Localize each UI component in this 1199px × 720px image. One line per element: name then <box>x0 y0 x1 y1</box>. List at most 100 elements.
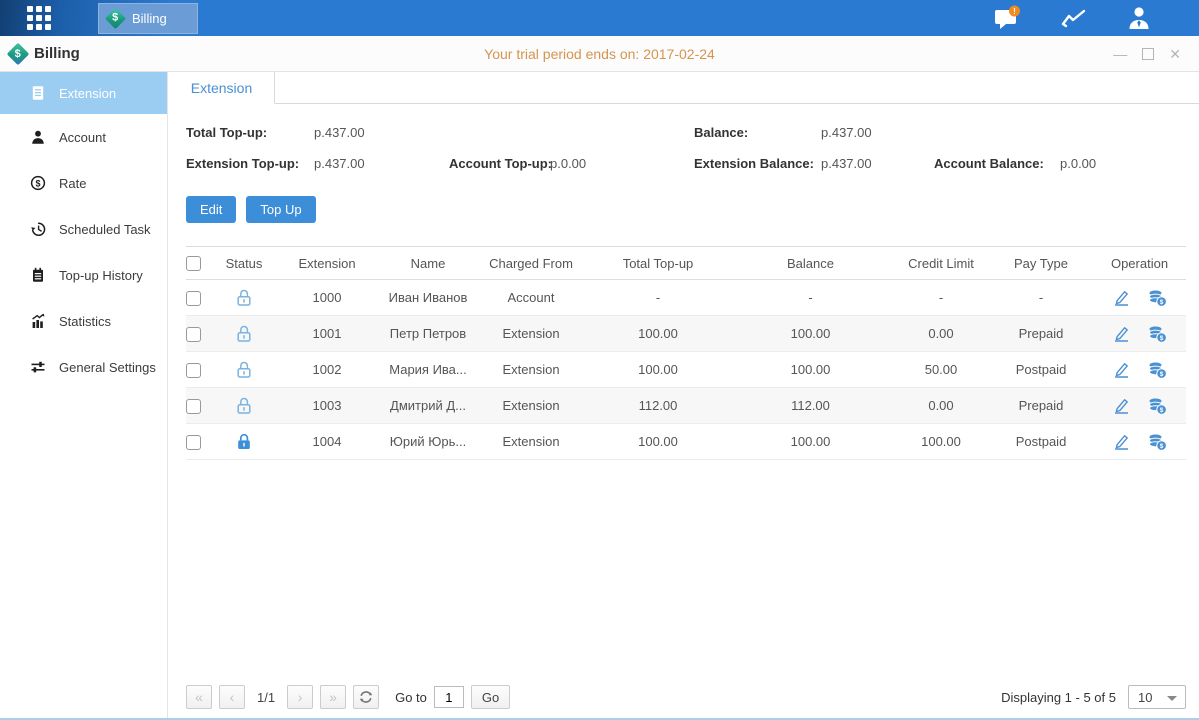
clock-history-icon <box>30 221 46 237</box>
extension-balance-value: p.437.00 <box>821 148 934 179</box>
top-up-row-icon[interactable]: $ <box>1147 396 1168 416</box>
person-icon <box>30 129 46 145</box>
extension-table: Status Extension Name Charged From Total… <box>186 246 1186 460</box>
app-tab-billing[interactable]: $ Billing <box>98 3 198 34</box>
balance-cell: - <box>728 280 893 316</box>
pay-type-cell: - <box>989 280 1093 316</box>
sidebar-item-account[interactable]: Account <box>0 114 167 160</box>
col-operation: Operation <box>1093 247 1186 280</box>
page-indicator: 1/1 <box>257 690 275 705</box>
balance-cell: 112.00 <box>728 388 893 424</box>
page-size-value: 10 <box>1138 690 1152 705</box>
goto-label: Go to <box>395 690 427 705</box>
sidebar-item-statistics[interactable]: Statistics <box>0 298 167 344</box>
user-account-icon[interactable] <box>1125 5 1153 31</box>
top-app-bar: $ Billing ! <box>0 0 1199 36</box>
name-cell: Мария Ива... <box>382 352 474 388</box>
page-size-select[interactable]: 10 <box>1128 685 1186 709</box>
charged-from-cell: Extension <box>474 388 588 424</box>
col-status: Status <box>216 247 272 280</box>
main-content: Extension Total Top-up:p.437.00 Extensio… <box>168 72 1199 718</box>
extension-topup-label: Extension Top-up: <box>186 148 314 179</box>
lock-status-icon <box>234 324 254 344</box>
name-cell: Петр Петров <box>382 316 474 352</box>
top-up-row-icon[interactable]: $ <box>1147 432 1168 452</box>
billing-summary: Total Top-up:p.437.00 Extension Top-up:p… <box>186 117 1186 179</box>
top-up-row-icon[interactable]: $ <box>1147 288 1168 308</box>
sidebar-item-general-settings[interactable]: General Settings <box>0 344 167 390</box>
refresh-button[interactable] <box>353 685 379 709</box>
table-header-row: Status Extension Name Charged From Total… <box>186 247 1186 280</box>
col-name: Name <box>382 247 474 280</box>
sidebar-item-topup-history[interactable]: Top-up History <box>0 252 167 298</box>
extension-cell: 1002 <box>272 352 382 388</box>
sidebar-item-extension[interactable]: Extension <box>0 72 167 114</box>
prev-page-button[interactable]: ‹ <box>219 685 245 709</box>
apps-grid-icon[interactable] <box>27 6 51 30</box>
row-checkbox[interactable] <box>186 327 201 342</box>
close-button[interactable]: ✕ <box>1169 47 1181 61</box>
row-checkbox[interactable] <box>186 363 201 378</box>
sliders-icon <box>30 359 46 375</box>
pay-type-cell: Postpaid <box>989 424 1093 460</box>
pay-type-cell: Postpaid <box>989 352 1093 388</box>
balance-cell: 100.00 <box>728 316 893 352</box>
edit-button[interactable]: Edit <box>186 196 236 223</box>
credit-limit-cell: 100.00 <box>893 424 989 460</box>
balance-value: p.437.00 <box>821 117 872 148</box>
go-button[interactable]: Go <box>471 685 510 709</box>
charged-from-cell: Account <box>474 280 588 316</box>
top-up-row-icon[interactable]: $ <box>1147 360 1168 380</box>
table-row: 1001 Петр Петров Extension 100.00 100.00… <box>186 316 1186 352</box>
tab-bar: Extension <box>169 72 1199 104</box>
pagination-bar: « ‹ 1/1 › » Go to Go Displaying 1 - 5 of… <box>186 685 1186 709</box>
col-credit-limit: Credit Limit <box>893 247 989 280</box>
edit-row-icon[interactable] <box>1112 324 1131 343</box>
svg-text:$: $ <box>1159 407 1163 414</box>
row-checkbox[interactable] <box>186 399 201 414</box>
total-topup-label: Total Top-up: <box>186 117 314 148</box>
table-row: 1004 Юрий Юрь... Extension 100.00 100.00… <box>186 424 1186 460</box>
edit-row-icon[interactable] <box>1112 360 1131 379</box>
edit-row-icon[interactable] <box>1112 288 1131 307</box>
lock-status-icon <box>234 360 254 380</box>
last-page-button[interactable]: » <box>320 685 346 709</box>
row-checkbox[interactable] <box>186 435 201 450</box>
top-up-button[interactable]: Top Up <box>246 196 315 223</box>
account-balance-label: Account Balance: <box>934 148 1060 179</box>
sidebar-item-label: Statistics <box>59 314 111 329</box>
next-page-button[interactable]: › <box>287 685 313 709</box>
extension-cell: 1000 <box>272 280 382 316</box>
lock-status-icon <box>234 288 254 308</box>
sidebar-item-label: Scheduled Task <box>59 222 151 237</box>
total-topup-value: p.437.00 <box>314 117 365 148</box>
maximize-button[interactable] <box>1142 48 1154 60</box>
edit-row-icon[interactable] <box>1112 396 1131 415</box>
total-topup-cell: 100.00 <box>588 424 728 460</box>
sidebar-item-label: Extension <box>59 86 116 101</box>
total-topup-cell: 112.00 <box>588 388 728 424</box>
notifications-chat-icon[interactable]: ! <box>993 5 1023 31</box>
sidebar-item-scheduled-task[interactable]: Scheduled Task <box>0 206 167 252</box>
charged-from-cell: Extension <box>474 352 588 388</box>
minimize-button[interactable]: — <box>1113 47 1127 61</box>
first-page-button[interactable]: « <box>186 685 212 709</box>
row-checkbox[interactable] <box>186 291 201 306</box>
table-row: 1003 Дмитрий Д... Extension 112.00 112.0… <box>186 388 1186 424</box>
edit-row-icon[interactable] <box>1112 432 1131 451</box>
select-all-checkbox[interactable] <box>186 256 201 271</box>
sidebar-item-label: General Settings <box>59 360 156 375</box>
tab-extension[interactable]: Extension <box>169 72 275 104</box>
total-topup-cell: - <box>588 280 728 316</box>
svg-text:$: $ <box>1159 443 1163 450</box>
ledger-icon <box>30 85 46 101</box>
billing-dollar-diamond-icon: $ <box>105 7 126 28</box>
top-up-row-icon[interactable]: $ <box>1147 324 1168 344</box>
goto-page-input[interactable] <box>434 686 464 708</box>
trial-message: Your trial period ends on: 2017-02-24 <box>0 46 1199 62</box>
balance-cell: 100.00 <box>728 352 893 388</box>
sidebar-item-rate[interactable]: $ Rate <box>0 160 167 206</box>
total-topup-cell: 100.00 <box>588 316 728 352</box>
journal-icon <box>30 267 46 283</box>
reports-chart-icon[interactable] <box>1060 7 1088 29</box>
